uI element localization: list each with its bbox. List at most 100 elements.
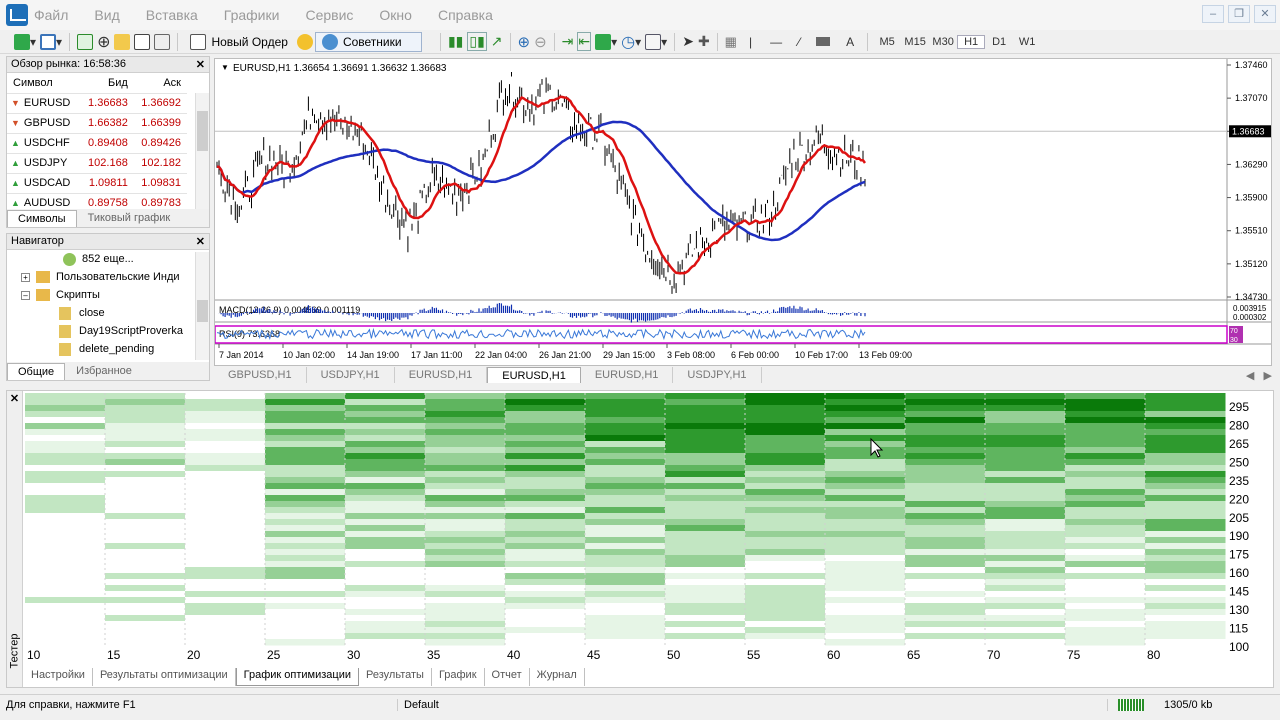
tf-m30[interactable]: M30 [929,36,957,48]
close-icon[interactable]: ✕ [196,58,205,71]
tab-favorites[interactable]: Избранное [65,362,143,380]
chart-tab[interactable]: GBPUSD,H1 [214,367,307,383]
col-symbol[interactable]: Символ [7,73,81,94]
minimize-button[interactable]: – [1202,5,1224,23]
heatmap-x-tick: 35 [427,648,441,662]
close-icon[interactable]: ✕ [196,235,205,248]
templates-button[interactable]: ▾ [645,32,667,52]
collapse-icon[interactable]: – [21,290,30,300]
market-watch-scrollbar[interactable] [195,93,209,209]
tf-m15[interactable]: M15 [901,36,929,48]
text-button[interactable]: A [846,32,854,52]
tester-tab[interactable]: График [432,668,485,686]
chart-tab[interactable]: USDJPY,H1 [673,367,762,383]
chart-menu-icon[interactable]: ▼ [221,63,229,72]
indicators-button[interactable]: ▾ [595,32,617,52]
bar-chart-button[interactable]: ▮▮ [448,32,463,52]
data-window-button[interactable]: ⊕ [97,32,110,52]
cursor-button[interactable]: ➤ [682,32,694,52]
tf-d1[interactable]: D1 [985,36,1013,48]
navigator-scrollbar[interactable] [195,252,209,360]
tester-tab[interactable]: Результаты оптимизации [93,668,236,686]
tester-tab[interactable]: Результаты [359,668,432,686]
hline-button[interactable]: — [770,32,782,52]
heatmap-cell [345,507,426,514]
nav-item-scripts[interactable]: – Скрипты [13,286,209,304]
tab-tick-chart[interactable]: Тиковый график [77,209,182,227]
tab-symbols[interactable]: Символы [7,210,77,227]
nav-item-day19[interactable]: Day19ScriptProverka [13,322,209,340]
nav-item-more[interactable]: 852 еще... [13,250,209,268]
menu-help[interactable]: Справка [438,7,493,23]
heatmap-cell [25,633,106,640]
close-button[interactable]: ✕ [1254,5,1276,23]
vertical-line-button[interactable]: ▦ [725,32,737,52]
advisors-button[interactable]: Советники [314,31,422,52]
restore-button[interactable]: ❐ [1228,5,1250,23]
periods-button[interactable]: ◷ ▾ [621,32,641,52]
profiles-button[interactable]: ▾ [40,32,62,52]
menu-insert[interactable]: Вставка [146,7,198,23]
rectangle-button[interactable] [816,32,831,52]
zoom-in-button[interactable]: ⊕ [518,32,531,52]
trendline-button[interactable]: ⁄ [798,32,800,52]
tester-tab[interactable]: Отчет [485,668,530,686]
nav-item-close[interactable]: close [13,304,209,322]
tf-h1[interactable]: H1 [957,34,986,49]
heatmap-cell [1145,555,1226,562]
chart-tab[interactable]: EURUSD,H1 [581,367,674,383]
tf-w1[interactable]: W1 [1013,36,1041,48]
expand-icon[interactable]: + [21,272,30,282]
heatmap-cell [1065,525,1146,532]
nav-item-delete-pending[interactable]: delete_pending [13,340,209,358]
market-row[interactable]: ▼ GBPUSD 1.66382 1.66399 [7,113,187,134]
nav-item-custom-indicators[interactable]: + Пользовательские Инди [13,268,209,286]
tf-m5[interactable]: M5 [873,36,901,48]
heatmap-cell [905,567,986,574]
scrollbar-thumb[interactable] [197,111,208,151]
terminal-button[interactable] [134,32,151,52]
crosshair-button[interactable]: ✚ [698,32,710,52]
menu-window[interactable]: Окно [379,7,412,23]
heatmap-cell [905,399,986,406]
autoscroll-button[interactable]: ⇥ [562,32,574,52]
metaeditor-button[interactable] [296,32,313,52]
optimization-graph[interactable]: 295 280 265 250 235 220 205 190 175 160 145 130 115 1… [25,393,1273,665]
tester-button[interactable] [154,32,171,52]
market-row[interactable]: ▲ USDJPY 102.168 102.182 [7,153,187,174]
line-chart-button[interactable]: ↗ [491,32,503,52]
chart-tab[interactable]: EURUSD,H1 [487,367,581,383]
tester-tab[interactable]: Настройки [24,668,93,686]
new-order-button[interactable]: Новый Ордер [183,32,294,52]
tab-general[interactable]: Общие [7,363,66,380]
menu-view[interactable]: Вид [94,7,119,23]
heatmap-cell [505,543,586,550]
close-icon[interactable]: ✕ [7,392,22,405]
menu-file[interactable]: Файл [34,7,68,23]
chart-shift-button[interactable]: ⇤ [577,32,592,52]
tester-tab[interactable]: График оптимизации [235,668,359,686]
vline-button[interactable]: | [749,32,752,52]
tester-tab[interactable]: Журнал [530,668,585,686]
candle-chart-button[interactable]: ▯▮ [467,32,487,52]
menu-tools[interactable]: Сервис [305,7,353,23]
market-row[interactable]: ▲ USDCHF 0.89408 0.89426 [7,133,187,154]
market-row[interactable]: ▼ EURUSD 1.36683 1.36692 [7,93,187,114]
price-chart[interactable]: EURUSD,H1 1.36654 1.36691 1.36632 1.3668… [214,59,1271,365]
chart-tab[interactable]: USDJPY,H1 [307,367,395,383]
col-ask[interactable]: Аск [133,73,187,94]
market-row[interactable]: ▲ USDCAD 1.09811 1.09831 [7,173,187,194]
heatmap-cell [825,633,906,640]
scrollbar-thumb[interactable] [197,300,208,322]
tab-scroll-arrows[interactable]: ◀ ▶ [1246,369,1272,382]
zoom-out-button[interactable]: ⊖ [534,32,547,52]
new-chart-button[interactable]: ▾ [14,32,36,52]
menu-charts[interactable]: Графики [224,7,280,23]
col-bid[interactable]: Бид [80,73,134,94]
heatmap-cell [25,585,106,592]
navigator-button[interactable] [114,32,131,52]
price-chart-window[interactable]: EURUSD,H1 1.36654 1.36691 1.36632 1.3668… [214,58,1272,366]
heatmap-cell [665,543,746,550]
market-watch-button[interactable] [77,32,94,52]
chart-tab[interactable]: EURUSD,H1 [395,367,488,383]
